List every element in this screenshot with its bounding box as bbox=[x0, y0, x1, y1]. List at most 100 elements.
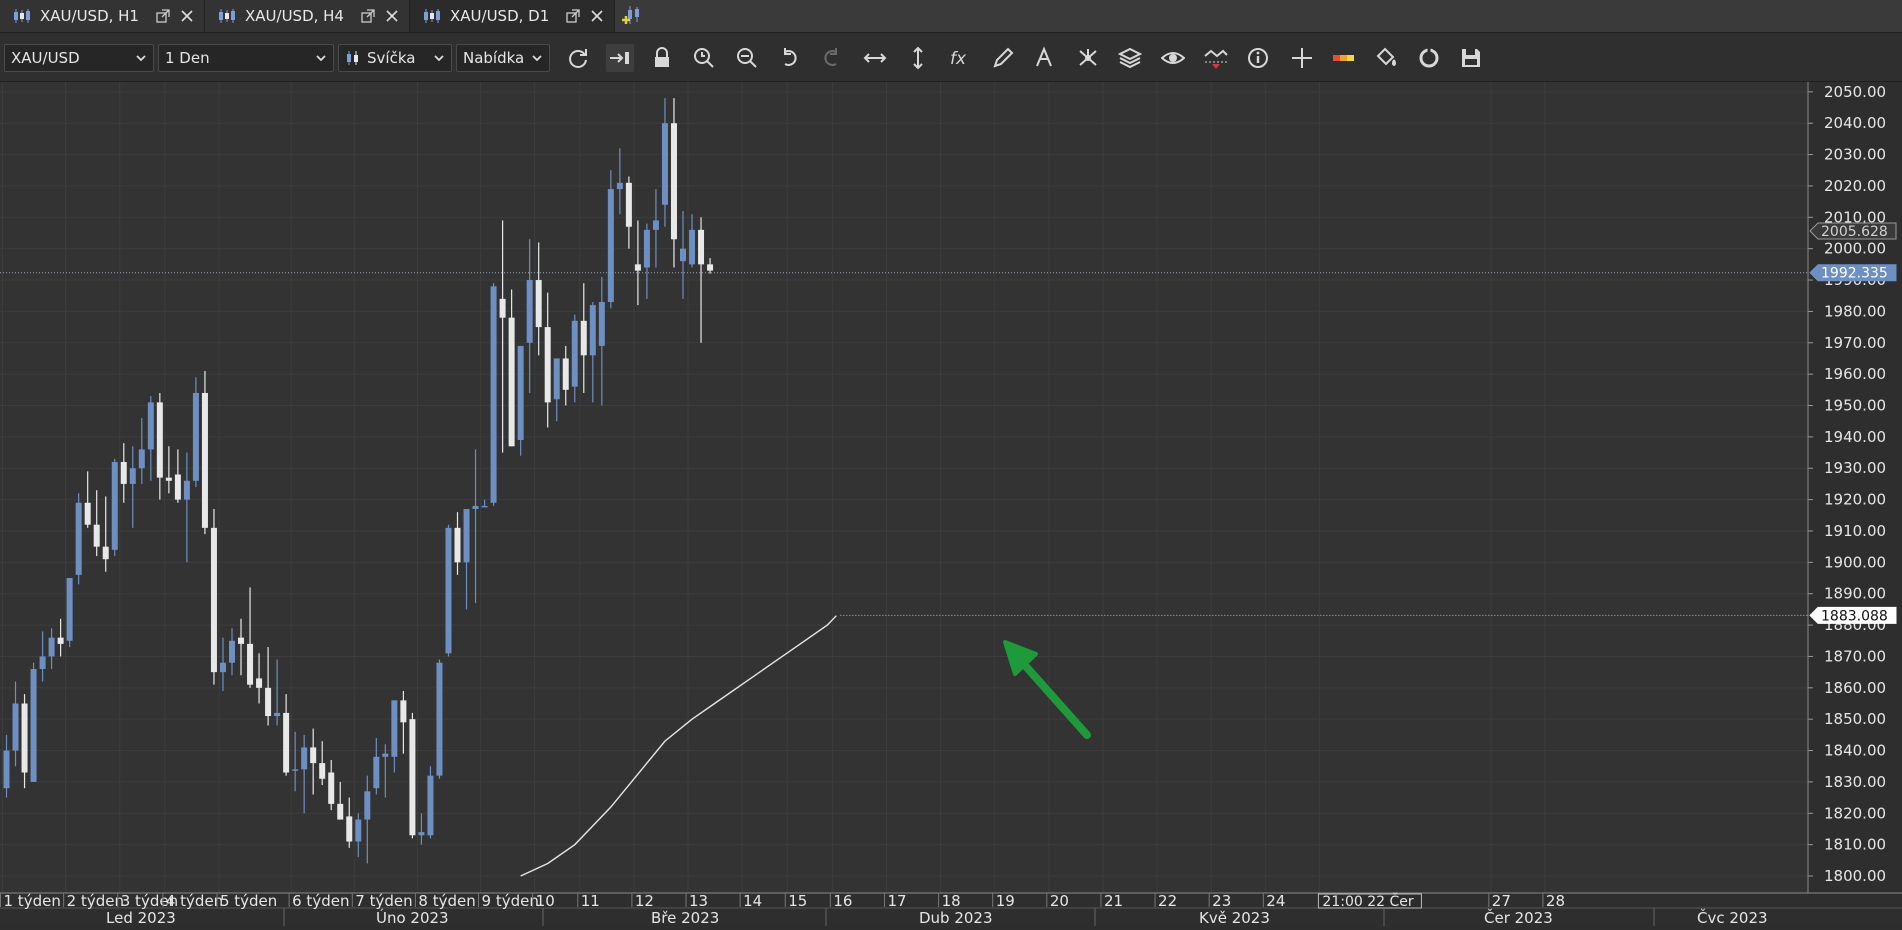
indicators-fx-icon: fx bbox=[950, 49, 967, 69]
pop-out-icon[interactable] bbox=[566, 9, 580, 23]
price-label-text: 1992.335 bbox=[1821, 266, 1888, 282]
candlestick-icon bbox=[219, 9, 235, 23]
sync-icon bbox=[1419, 48, 1439, 68]
candle-body bbox=[310, 747, 317, 764]
candle-body bbox=[219, 662, 226, 673]
drawing-button[interactable] bbox=[989, 44, 1017, 72]
pop-out-icon[interactable] bbox=[361, 9, 375, 23]
zoom-time-button[interactable] bbox=[690, 44, 718, 72]
candle-body bbox=[147, 402, 154, 450]
x-tick-label: 11 bbox=[581, 892, 600, 910]
strategy-button[interactable] bbox=[1202, 44, 1230, 72]
arrow-shaft bbox=[1018, 658, 1091, 739]
instrument-select[interactable]: XAU/USD bbox=[4, 44, 154, 72]
candle-body bbox=[571, 320, 578, 387]
x-tick-label: 13 bbox=[689, 892, 708, 910]
candle-body bbox=[436, 662, 443, 776]
indicators-button[interactable]: fx bbox=[946, 44, 974, 72]
candle-body bbox=[526, 280, 533, 343]
candle-body bbox=[409, 719, 416, 836]
candle-body bbox=[21, 703, 28, 773]
candle-body bbox=[292, 769, 299, 771]
candlestick-icon bbox=[347, 51, 358, 65]
candle-body bbox=[553, 358, 560, 400]
y-tick-label: 2030.00 bbox=[1824, 146, 1886, 164]
zoom-time-icon bbox=[694, 48, 714, 68]
candle-body bbox=[3, 750, 10, 789]
candle-body bbox=[707, 264, 714, 271]
candle-body bbox=[427, 775, 434, 836]
close-icon[interactable] bbox=[590, 9, 604, 23]
vertical-resize-button[interactable] bbox=[904, 44, 932, 72]
y-tick-label: 1800.00 bbox=[1824, 867, 1886, 885]
month-label: Dub 2023 bbox=[919, 909, 993, 926]
tab-xauusd-h1[interactable]: XAU/USD, H1 bbox=[0, 0, 205, 32]
tab-xauusd-h4[interactable]: XAU/USD, H4 bbox=[205, 0, 410, 32]
redo-button[interactable] bbox=[818, 44, 846, 72]
price-side-select[interactable]: Nabídka bbox=[456, 44, 550, 72]
pattern-tool-button[interactable] bbox=[1074, 44, 1102, 72]
paint-button[interactable] bbox=[1372, 44, 1400, 72]
candle-body bbox=[418, 832, 425, 836]
y-tick-label: 1930.00 bbox=[1824, 459, 1886, 477]
candle-body bbox=[229, 640, 235, 663]
candle-body bbox=[247, 643, 254, 685]
candle-body bbox=[382, 753, 389, 757]
add-chart-tab-icon[interactable] bbox=[620, 4, 644, 28]
candlestick-icon bbox=[14, 9, 30, 23]
period-select[interactable]: 1 Den bbox=[158, 44, 334, 72]
x-tick-label: 6 týden bbox=[292, 892, 349, 910]
tab-xauusd-d1[interactable]: XAU/USD, D1 bbox=[410, 0, 615, 32]
candlestick-chart[interactable]: 1800.00 1810.00 1820.00 1830.00 1840.00 1850.… bbox=[0, 82, 1902, 927]
y-tick-label: 1820.00 bbox=[1824, 804, 1886, 822]
month-label: Čvc 2023 bbox=[1697, 908, 1768, 926]
sync-button[interactable] bbox=[1415, 44, 1443, 72]
text-tool-button[interactable] bbox=[1031, 44, 1059, 72]
price-axis[interactable]: 1800.00 1810.00 1820.00 1830.00 1840.00 1850.… bbox=[1807, 82, 1902, 926]
annotations bbox=[0, 272, 1808, 739]
crosshair-button[interactable] bbox=[1288, 44, 1316, 72]
close-icon[interactable] bbox=[180, 9, 194, 23]
candle-body bbox=[111, 461, 118, 550]
y-tick-label: 1980.00 bbox=[1824, 302, 1886, 320]
save-icon bbox=[1462, 49, 1480, 67]
visibility-button[interactable] bbox=[1159, 44, 1187, 72]
chart-type-select[interactable]: Svíčka bbox=[338, 44, 452, 72]
month-label: Led 2023 bbox=[106, 909, 176, 926]
candle-body bbox=[652, 220, 659, 230]
y-tick-label: 1910.00 bbox=[1824, 522, 1886, 540]
candle-body bbox=[373, 756, 380, 789]
layers-button[interactable] bbox=[1116, 44, 1144, 72]
x-tick-label: 1 týden bbox=[4, 892, 61, 910]
horizontal-resize-button[interactable] bbox=[861, 44, 889, 72]
candlestick-icon bbox=[424, 9, 440, 23]
instrument-value: XAU/USD bbox=[11, 49, 80, 67]
x-tick-label: 2 týden bbox=[67, 892, 124, 910]
zoom-fit-button[interactable] bbox=[733, 44, 761, 72]
y-tick-label: 1970.00 bbox=[1824, 334, 1886, 352]
grid bbox=[0, 82, 1808, 893]
x-tick-label: 10 bbox=[536, 892, 555, 910]
candle-body bbox=[562, 358, 569, 390]
tab-label: XAU/USD, D1 bbox=[450, 7, 550, 25]
candle-body bbox=[120, 461, 127, 484]
lock-button[interactable] bbox=[648, 44, 676, 72]
refresh-button[interactable] bbox=[564, 44, 592, 72]
candle-body bbox=[265, 687, 272, 717]
undo-button[interactable] bbox=[775, 44, 803, 72]
save-button[interactable] bbox=[1457, 44, 1485, 72]
x-tick-label: 5 týden bbox=[220, 892, 277, 910]
time-axis[interactable]: 1 týden 2 týden3 týden4 týden5 týden 6 týd… bbox=[0, 892, 1902, 927]
candle-body bbox=[499, 298, 506, 318]
price-chart[interactable]: 1800.00 1810.00 1820.00 1830.00 1840.00 1850.… bbox=[0, 82, 1902, 927]
month-label: Bře 2023 bbox=[651, 909, 719, 926]
candle-body bbox=[472, 505, 479, 510]
candle-body bbox=[598, 302, 605, 346]
shift-chart-button[interactable] bbox=[606, 44, 634, 72]
candle-body bbox=[680, 248, 686, 262]
levels-button[interactable] bbox=[1330, 44, 1358, 72]
green-arrow-annotation bbox=[1003, 640, 1091, 739]
pop-out-icon[interactable] bbox=[156, 9, 170, 23]
close-icon[interactable] bbox=[385, 9, 399, 23]
info-button[interactable] bbox=[1244, 44, 1272, 72]
